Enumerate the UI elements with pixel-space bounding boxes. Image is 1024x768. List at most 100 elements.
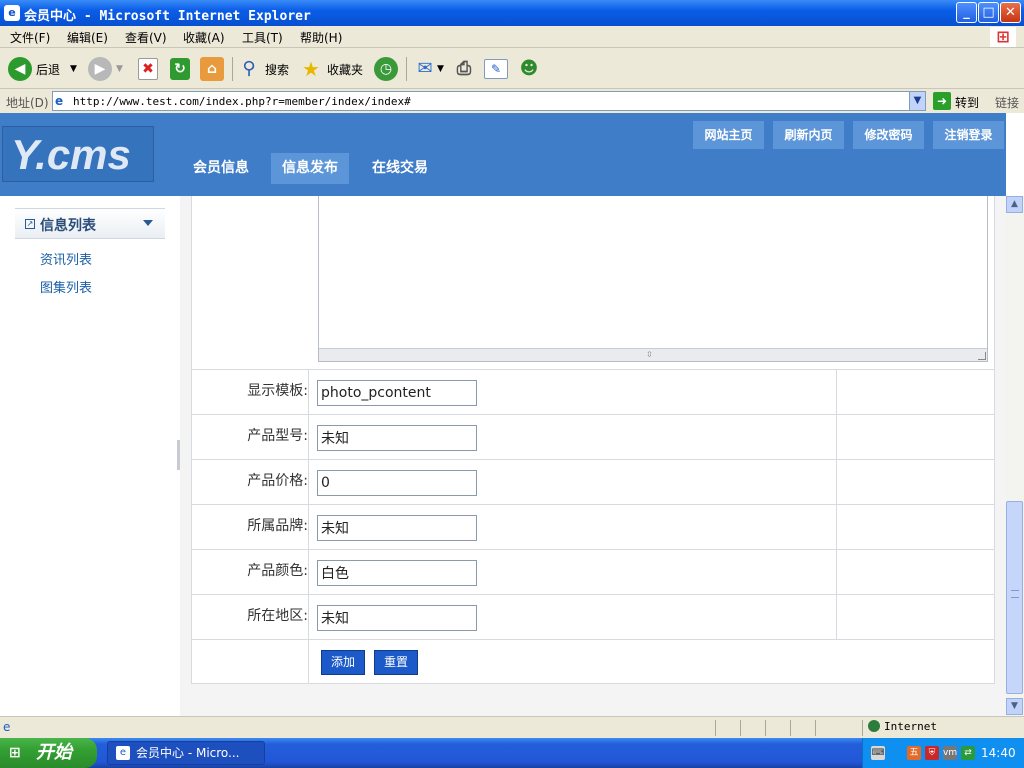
address-input[interactable]: e http://www.test.com/index.php?r=member… (52, 91, 926, 111)
favorites-button[interactable]: ★ 收藏夹 (299, 55, 363, 83)
editor-drag-handle-icon[interactable]: ⇳ (646, 350, 653, 360)
globe-icon (868, 720, 880, 732)
column-divider (308, 550, 309, 594)
column-divider (836, 370, 837, 414)
page-status-icon: e (3, 720, 11, 734)
stop-button[interactable]: ✖ (138, 55, 162, 83)
menu-bar: 文件(F) 编辑(E) 查看(V) 收藏(A) 工具(T) 帮助(H) ⊞ (0, 26, 1024, 48)
vertical-scrollbar[interactable]: ▲ ▼ (1006, 196, 1024, 716)
template-field[interactable] (317, 380, 477, 406)
brand-field[interactable] (317, 515, 477, 541)
status-divider (765, 720, 766, 736)
menu-edit[interactable]: 编辑(E) (67, 29, 108, 46)
address-dropdown-icon[interactable]: ▼ (909, 92, 925, 110)
security-shield-icon[interactable]: ⛨ (925, 746, 939, 760)
model-label: 产品型号: (247, 428, 308, 444)
rich-text-editor[interactable]: ⇳ (318, 196, 988, 362)
column-divider (836, 415, 837, 459)
scroll-grip-icon (1011, 590, 1019, 598)
back-dropdown-icon[interactable]: ▼ (70, 64, 77, 74)
mail-dropdown-icon[interactable]: ▼ (437, 64, 444, 74)
site-home-button[interactable]: 网站主页 (693, 121, 764, 149)
sidebar: ↗ 信息列表 资讯列表 图集列表 (0, 196, 180, 716)
taskbar: ⊞ 开始 e 会员中心 - Micro... ⌨ 五 ⛨ vm ⇄ 14:40 (0, 738, 1024, 768)
mail-button[interactable]: ✉ ▼ (413, 55, 444, 83)
page-viewport: Y.cms 网站主页 刷新内页 修改密码 注销登录 会员信息 信息发布 在线交易… (0, 113, 1024, 716)
add-button[interactable]: 添加 (321, 650, 365, 675)
column-divider (308, 640, 309, 684)
editor-resize-icon[interactable] (978, 352, 986, 360)
refresh-page-button[interactable]: 刷新内页 (773, 121, 844, 149)
form-row-region: 所在地区: (192, 594, 994, 639)
edit-button[interactable]: ✎ (484, 55, 512, 83)
go-button[interactable]: 转到 (955, 94, 979, 111)
sidebar-header[interactable]: ↗ 信息列表 (15, 208, 165, 239)
search-button[interactable]: ⚲ 搜索 (237, 55, 289, 83)
menu-help[interactable]: 帮助(H) (300, 29, 342, 46)
scroll-thumb[interactable] (1006, 501, 1023, 694)
start-button[interactable]: ⊞ 开始 (0, 738, 97, 768)
model-field[interactable] (317, 425, 477, 451)
tab-online-trade[interactable]: 在线交易 (362, 153, 438, 184)
menu-favorites[interactable]: 收藏(A) (183, 29, 225, 46)
logout-button[interactable]: 注销登录 (933, 121, 1004, 149)
mail-icon: ✉ (417, 58, 433, 79)
scroll-down-icon[interactable]: ▼ (1006, 698, 1023, 715)
scroll-up-icon[interactable]: ▲ (1006, 196, 1023, 213)
address-url[interactable]: http://www.test.com/index.php?r=member/i… (73, 95, 411, 108)
close-button[interactable]: ✕ (1000, 2, 1021, 23)
history-button[interactable]: ◷ (374, 55, 402, 83)
go-arrow-icon[interactable]: ➜ (933, 92, 951, 110)
forward-dropdown-icon[interactable]: ▼ (116, 64, 123, 74)
minimize-button[interactable]: _ (956, 2, 977, 23)
status-divider (862, 720, 863, 736)
messenger-icon: ☻ (519, 58, 539, 79)
messenger-button[interactable]: ☻ (517, 55, 545, 83)
maximize-button[interactable]: □ (978, 2, 999, 23)
menu-view[interactable]: 查看(V) (125, 29, 167, 46)
sidebar-item-gallery-list[interactable]: 图集列表 (40, 277, 92, 296)
site-logo[interactable]: Y.cms (2, 126, 154, 182)
back-label: 后退 (36, 62, 61, 77)
editor-statusbar: ⇳ (319, 348, 987, 361)
change-password-button[interactable]: 修改密码 (853, 121, 924, 149)
sidebar-item-news-list[interactable]: 资讯列表 (40, 249, 92, 268)
search-label: 搜索 (265, 62, 290, 77)
ie-page-icon: e (4, 5, 20, 21)
main-content: ⇳ 显示模板: 产品型号: 产品价格: (180, 196, 1006, 716)
vm-icon[interactable]: vm (943, 746, 957, 760)
ime-icon[interactable]: 五 (907, 746, 921, 760)
publish-form: ⇳ 显示模板: 产品型号: 产品价格: (191, 196, 995, 684)
refresh-button[interactable]: ↻ (170, 55, 194, 83)
column-divider (308, 505, 309, 549)
back-arrow-icon: ◀ (8, 57, 32, 81)
refresh-icon: ↻ (170, 58, 190, 80)
collapse-arrow-icon[interactable] (143, 220, 153, 226)
home-button[interactable]: ⌂ (200, 55, 228, 83)
links-button[interactable]: 链接 (995, 94, 1019, 111)
tab-member-info[interactable]: 会员信息 (183, 153, 259, 184)
menu-tools[interactable]: 工具(T) (242, 29, 283, 46)
toolbar-divider (406, 57, 407, 81)
region-label: 所在地区: (247, 608, 308, 624)
print-button[interactable]: ⎙ (452, 55, 480, 83)
column-divider (836, 505, 837, 549)
keyboard-icon[interactable]: ⌨ (871, 746, 885, 760)
menu-file[interactable]: 文件(F) (10, 29, 50, 46)
star-icon: ★ (302, 57, 320, 81)
reset-button[interactable]: 重置 (374, 650, 418, 675)
start-label: 开始 (36, 742, 72, 763)
tab-info-publish[interactable]: 信息发布 (271, 153, 349, 184)
color-field[interactable] (317, 560, 477, 586)
security-zone: Internet (868, 720, 937, 733)
brand-label: 所属品牌: (247, 518, 308, 534)
template-label: 显示模板: (247, 383, 308, 399)
price-field[interactable] (317, 470, 477, 496)
forward-button[interactable]: ▶ ▼ (88, 55, 123, 83)
region-field[interactable] (317, 605, 477, 631)
taskbar-window-ie[interactable]: e 会员中心 - Micro... (107, 741, 265, 765)
zone-label: Internet (884, 720, 937, 733)
network-icon[interactable]: ⇄ (961, 746, 975, 760)
back-button[interactable]: ◀ 后退 ▼ (8, 55, 77, 83)
form-row-template: 显示模板: (192, 369, 994, 414)
